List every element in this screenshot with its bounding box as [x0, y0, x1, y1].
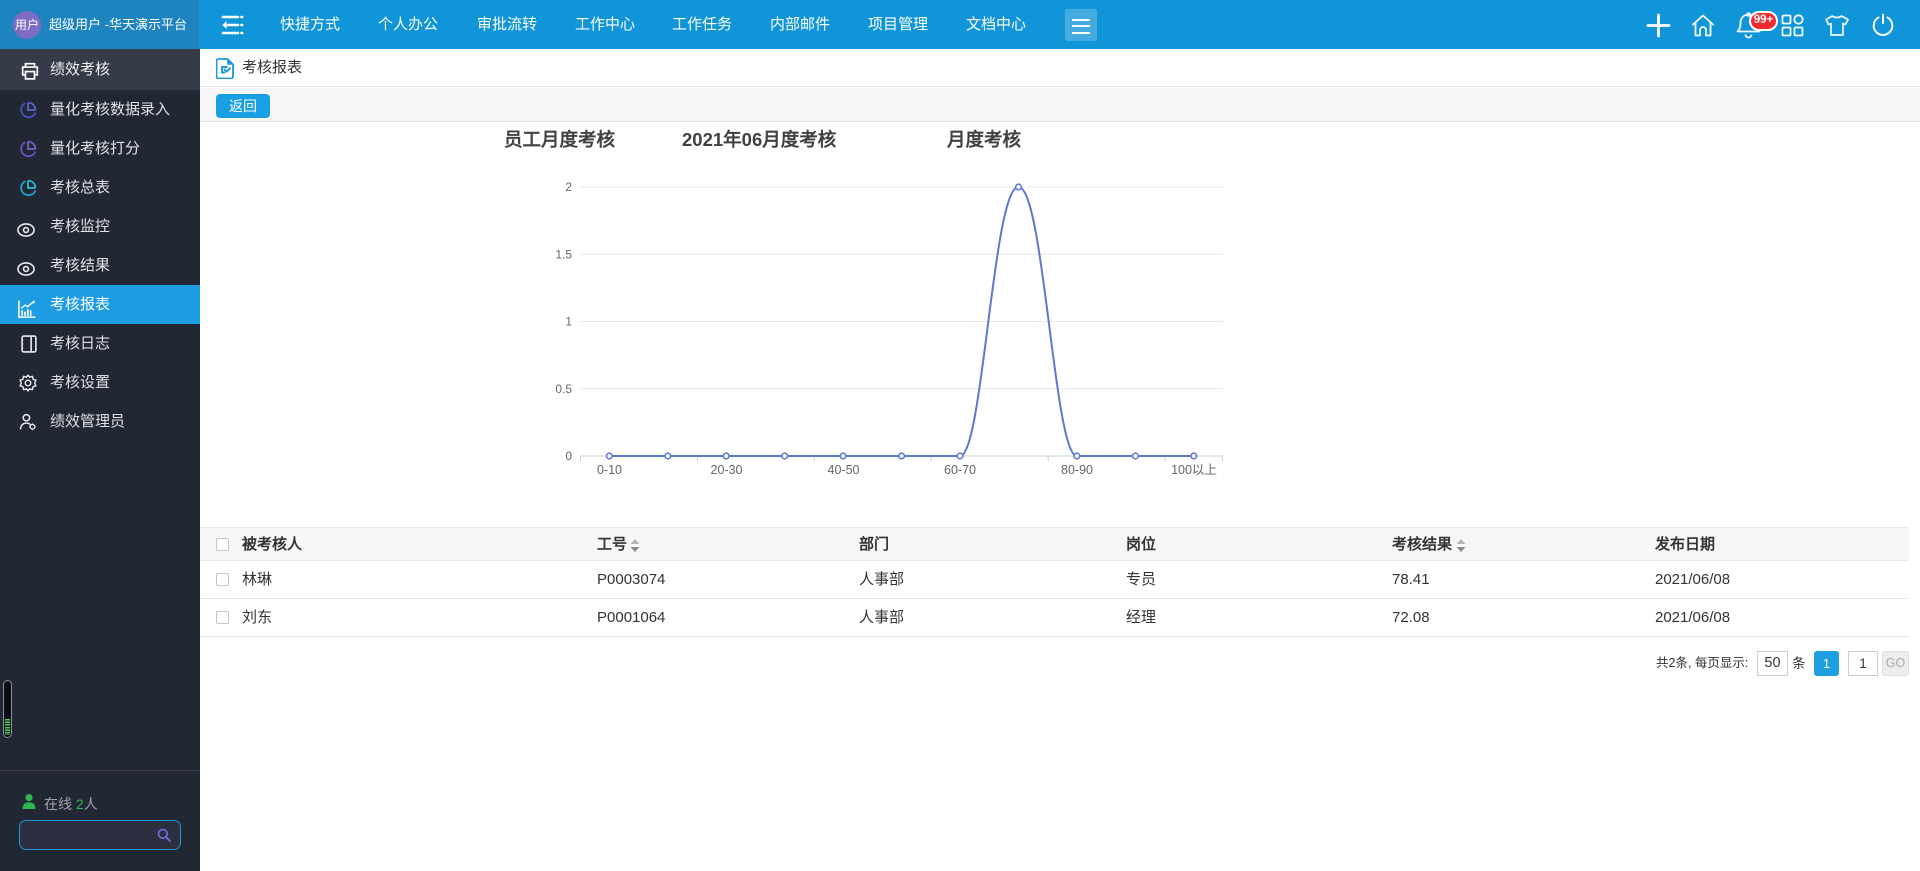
svg-text:0-10: 0-10 [597, 463, 622, 477]
svg-text:40-50: 40-50 [828, 463, 860, 477]
svg-text:0.5: 0.5 [555, 382, 572, 396]
svg-text:80-90: 80-90 [1061, 463, 1093, 477]
svg-text:1.5: 1.5 [555, 247, 572, 261]
svg-text:20-30: 20-30 [711, 463, 743, 477]
svg-text:0: 0 [565, 449, 572, 463]
svg-text:1: 1 [565, 315, 572, 329]
svg-text:60-70: 60-70 [944, 463, 976, 477]
svg-text:2: 2 [565, 180, 572, 194]
svg-text:100以上: 100以上 [1171, 463, 1217, 477]
